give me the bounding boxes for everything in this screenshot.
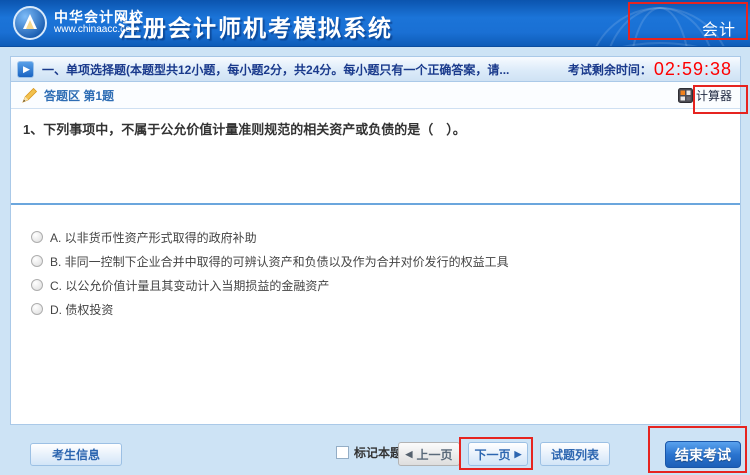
pencil-icon [21,87,38,104]
mark-question-control: 标记本题 [336,444,402,461]
option-radio-b[interactable] [31,255,43,267]
option-row-c[interactable]: C. 以公允价值计量且其变动计入当期损益的金融资产 [31,273,740,297]
option-radio-d[interactable] [31,303,43,315]
prev-page-label: 上一页 [416,446,452,463]
option-text-a: A. 以非货币性资产形式取得的政府补助 [50,229,257,246]
left-arrow-icon: ◀ [406,450,413,459]
option-row-d[interactable]: D. 债权投资 [31,297,740,321]
next-page-label: 下一页 [475,446,511,463]
page-title: 注册会计师机考模拟系统 [118,9,393,43]
exam-timer: 考试剩余时间： 02:59:38 [568,59,732,80]
section-title: 一、单项选择题(本题型共12小题，每小题2分，共24分。每小题只有一个正确答案，… [42,61,568,78]
brand-logo-icon [12,5,48,41]
next-page-button[interactable]: 下一页 ▶ [468,442,528,466]
mark-question-checkbox[interactable] [336,446,349,459]
answer-area-title: 答题区 第1题 [44,87,114,104]
play-icon: ▶ [17,61,34,78]
option-text-b: B. 非同一控制下企业合并中取得的可辨认资产和负债以及作为合并对价发行的权益工具 [50,253,509,270]
calculator-icon [678,88,693,103]
answer-area-header: 答题区 第1题 计算器 [11,82,740,109]
subject-label: 会计 [702,16,736,40]
app-header: 中华会计网校 www.chinaacc.com 注册会计师机考模拟系统 会计 [0,0,750,47]
option-row-b[interactable]: B. 非同一控制下企业合并中取得的可辨认资产和负债以及作为合并对价发行的权益工具 [31,249,740,273]
calculator-label: 计算器 [696,87,732,104]
option-radio-a[interactable] [31,231,43,243]
timer-value: 02:59:38 [654,59,732,80]
question-panel: 答题区 第1题 计算器 1、下列事项中，不属于公允价值计量准则规范的相关资产或负… [10,82,741,425]
question-text: 1、下列事项中，不属于公允价值计量准则规范的相关资产或负债的是（ ）。 [23,120,726,140]
options-area: A. 以非货币性资产形式取得的政府补助 B. 非同一控制下企业合并中取得的可辨认… [11,203,740,425]
timer-label: 考试剩余时间： [568,61,652,78]
option-row-a[interactable]: A. 以非货币性资产形式取得的政府补助 [31,225,740,249]
mark-question-label: 标记本题 [354,444,402,461]
question-list-button[interactable]: 试题列表 [540,442,610,466]
calculator-button[interactable]: 计算器 [678,87,732,104]
option-text-c: C. 以公允价值计量且其变动计入当期损益的金融资产 [50,277,329,294]
option-text-d: D. 债权投资 [50,301,113,318]
candidate-info-button[interactable]: 考生信息 [30,443,122,466]
footer-bar: 考生信息 标记本题 ◀ 上一页 下一页 ▶ 试题列表 结束考试 [0,425,750,475]
section-header-bar: ▶ 一、单项选择题(本题型共12小题，每小题2分，共24分。每小题只有一个正确答… [10,56,741,82]
question-area: 1、下列事项中，不属于公允价值计量准则规范的相关资产或负债的是（ ）。 [11,110,740,203]
option-radio-c[interactable] [31,279,43,291]
right-arrow-icon: ▶ [515,450,522,459]
prev-page-button[interactable]: ◀ 上一页 [398,442,460,466]
end-exam-button[interactable]: 结束考试 [665,441,741,468]
